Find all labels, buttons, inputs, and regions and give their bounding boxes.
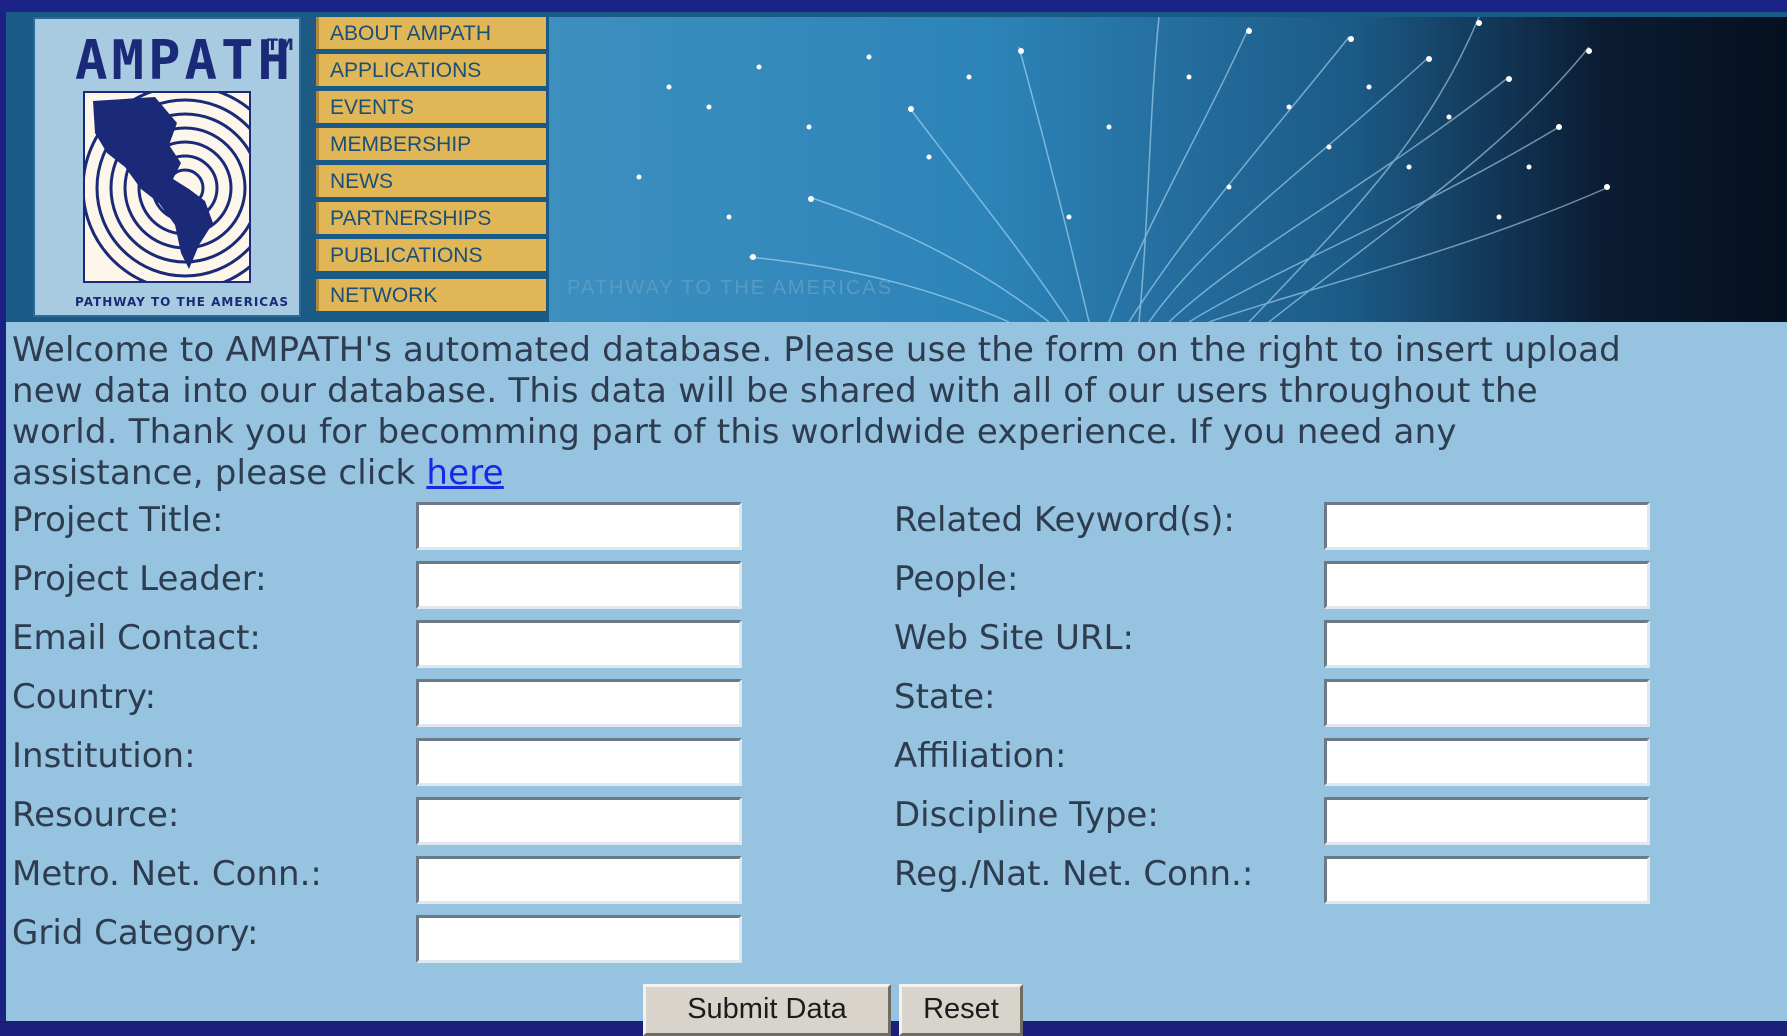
project-title-label: Project Title:: [12, 500, 224, 540]
nav-item-network[interactable]: NETWORK: [306, 279, 546, 311]
discipline-type-input[interactable]: [1324, 797, 1650, 845]
project-leader-input[interactable]: [416, 561, 742, 609]
nav-item-news[interactable]: NEWS: [306, 165, 546, 197]
main-navigation: ABOUT AMPATH APPLICATIONS EVENTS MEMBERS…: [306, 17, 546, 322]
fiber-optic-banner-image: PATHWAY TO THE AMERICAS: [549, 17, 1787, 322]
ampath-logo[interactable]: AMPATH TM PATHWAY TO THE AMERICAS: [33, 17, 301, 317]
email-contact-label: Email Contact:: [12, 618, 261, 658]
affiliation-input[interactable]: [1324, 738, 1650, 786]
country-input[interactable]: [416, 679, 742, 727]
resource-input[interactable]: [416, 797, 742, 845]
reg-nat-net-conn-label: Reg./Nat. Net. Conn.:: [894, 854, 1254, 894]
discipline-type-label: Discipline Type:: [894, 795, 1159, 835]
content-area: AMPATH TM PATHWAY TO THE AMERICAS ABOUT …: [6, 12, 1787, 1036]
people-input[interactable]: [1324, 561, 1650, 609]
grid-category-input[interactable]: [416, 915, 742, 963]
americas-globe-icon: [83, 91, 251, 283]
web-site-url-label: Web Site URL:: [894, 618, 1134, 658]
nav-item-events[interactable]: EVENTS: [306, 91, 546, 123]
logo-wordmark: AMPATH: [75, 29, 295, 92]
intro-line: world. Thank you for becomming part of t…: [12, 412, 1457, 452]
site-header: AMPATH TM PATHWAY TO THE AMERICAS ABOUT …: [6, 12, 1787, 322]
country-label: Country:: [12, 677, 157, 717]
nav-item-partnerships[interactable]: PARTNERSHIPS: [306, 202, 546, 234]
nav-item-membership[interactable]: MEMBERSHIP: [306, 128, 546, 160]
web-site-url-input[interactable]: [1324, 620, 1650, 668]
related-keywords-label: Related Keyword(s):: [894, 500, 1235, 540]
people-label: People:: [894, 559, 1019, 599]
email-contact-input[interactable]: [416, 620, 742, 668]
intro-line: assistance, please click here: [12, 453, 1787, 494]
related-keywords-input[interactable]: [1324, 502, 1650, 550]
intro-line-prefix: assistance, please click: [12, 453, 427, 493]
affiliation-label: Affiliation:: [894, 736, 1067, 776]
submit-data-button[interactable]: Submit Data: [643, 984, 891, 1036]
state-label: State:: [894, 677, 996, 717]
reset-button[interactable]: Reset: [899, 984, 1023, 1036]
project-title-input[interactable]: [416, 502, 742, 550]
nav-item-about-ampath[interactable]: ABOUT AMPATH: [306, 17, 546, 49]
logo-trademark: TM: [267, 35, 294, 54]
help-link[interactable]: here: [426, 453, 503, 493]
resource-label: Resource:: [12, 795, 180, 835]
institution-input[interactable]: [416, 738, 742, 786]
institution-label: Institution:: [12, 736, 196, 776]
banner-caption: PATHWAY TO THE AMERICAS: [567, 277, 894, 299]
grid-category-label: Grid Category:: [12, 913, 259, 953]
intro-text: Welcome to AMPATH's automated database. …: [12, 330, 1787, 494]
intro-line: new data into our database. This data wi…: [12, 371, 1538, 411]
intro-line: Welcome to AMPATH's automated database. …: [12, 330, 1621, 370]
nav-item-publications[interactable]: PUBLICATIONS: [306, 239, 546, 271]
nav-item-applications[interactable]: APPLICATIONS: [306, 54, 546, 86]
metro-net-conn-label: Metro. Net. Conn.:: [12, 854, 322, 894]
project-leader-label: Project Leader:: [12, 559, 267, 599]
logo-tagline: PATHWAY TO THE AMERICAS: [75, 295, 290, 309]
metro-net-conn-input[interactable]: [416, 856, 742, 904]
page: AMPATH TM PATHWAY TO THE AMERICAS ABOUT …: [0, 0, 1787, 1036]
state-input[interactable]: [1324, 679, 1650, 727]
reg-nat-net-conn-input[interactable]: [1324, 856, 1650, 904]
window-frame-top: [0, 0, 1787, 12]
